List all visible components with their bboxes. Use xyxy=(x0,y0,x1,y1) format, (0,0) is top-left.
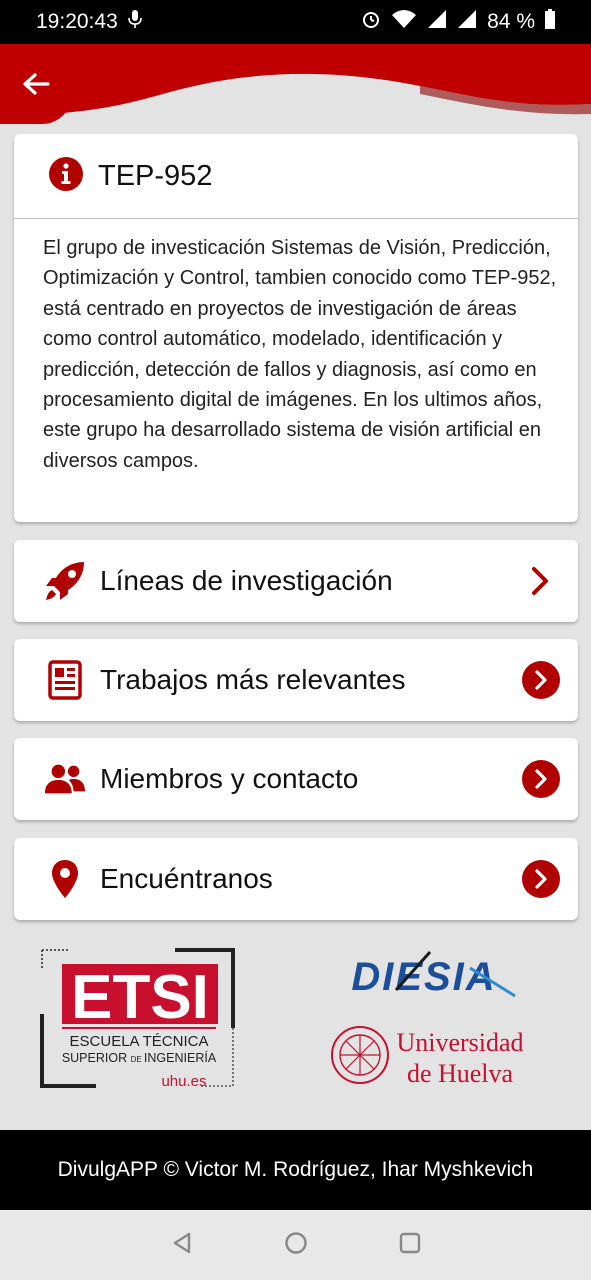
menu-item-label: Trabajos más relevantes xyxy=(100,664,406,695)
diesia-logo: DIESIA xyxy=(351,950,516,999)
signal-icon xyxy=(427,9,447,35)
map-pin-icon xyxy=(44,858,86,900)
etsi-subtitle-2: SUPERIOR DE INGENIERÍA xyxy=(62,1050,217,1065)
info-description: El grupo de investicación Sistemas de Vi… xyxy=(43,237,557,472)
footer: DivulgAPP © Victor M. Rodríguez, Ihar My… xyxy=(0,1130,591,1210)
system-navigation-bar xyxy=(0,1210,591,1280)
menu-item-trabajos[interactable]: Trabajos más relevantes xyxy=(14,639,578,721)
institution-logos: ETSI ESCUELA TÉCNICA SUPERIOR DE INGENIE… xyxy=(40,948,524,1090)
arrow-left-icon xyxy=(23,73,50,95)
uhu-logo-line1: Universidad xyxy=(396,1028,523,1057)
diesia-logo-text: DIESIA xyxy=(351,955,496,999)
chevron-right-circle-icon xyxy=(522,661,560,699)
menu-item-miembros[interactable]: Miembros y contacto xyxy=(14,738,578,820)
etsi-domain: uhu.es xyxy=(161,1073,206,1090)
battery-icon xyxy=(545,9,555,35)
menu-item-label: Líneas de investigación xyxy=(100,565,393,596)
alarm-icon xyxy=(361,9,381,35)
chevron-right-icon xyxy=(520,561,560,601)
battery-level: 84 % xyxy=(487,10,535,33)
menu-item-lineas[interactable]: Líneas de investigación xyxy=(14,540,578,622)
page-title: TEP-952 xyxy=(98,159,213,192)
users-icon xyxy=(44,758,86,800)
menu-item-encuentranos[interactable]: Encuéntranos xyxy=(14,838,578,920)
uhu-logo: Universidad de Huelva xyxy=(331,1026,524,1088)
header-banner xyxy=(0,44,591,126)
nav-back-icon[interactable] xyxy=(170,1231,194,1260)
status-time: 19:20:43 xyxy=(36,10,118,33)
uhu-logo-line2: de Huelva xyxy=(407,1059,514,1088)
rocket-icon xyxy=(44,560,86,602)
menu-item-label: Encuéntranos xyxy=(100,863,273,894)
chevron-right-circle-icon xyxy=(522,860,560,898)
status-bar: 19:20:43 84 % xyxy=(0,0,591,44)
wifi-icon xyxy=(391,9,417,35)
etsi-subtitle-1: ESCUELA TÉCNICA xyxy=(70,1033,209,1050)
menu-item-label: Miembros y contacto xyxy=(100,763,359,794)
chevron-right-circle-icon xyxy=(522,760,560,798)
newspaper-icon xyxy=(44,659,86,701)
microphone-icon xyxy=(127,9,142,35)
etsi-logo: ETSI ESCUELA TÉCNICA SUPERIOR DE INGENIE… xyxy=(40,948,235,1090)
info-card-header: TEP-952 xyxy=(14,134,578,219)
nav-home-icon[interactable] xyxy=(284,1231,308,1260)
etsi-logo-text: ETSI xyxy=(71,963,209,1032)
signal-icon-2 xyxy=(457,9,477,35)
nav-recents-icon[interactable] xyxy=(398,1231,422,1260)
back-button[interactable] xyxy=(0,44,72,124)
info-card: TEP-952 El grupo de investicación Sistem… xyxy=(14,134,578,522)
logos-area: ETSI ESCUELA TÉCNICA SUPERIOR DE INGENIE… xyxy=(0,938,591,1128)
footer-credits: DivulgAPP © Victor M. Rodríguez, Ihar My… xyxy=(57,1158,534,1181)
info-icon xyxy=(48,156,84,197)
